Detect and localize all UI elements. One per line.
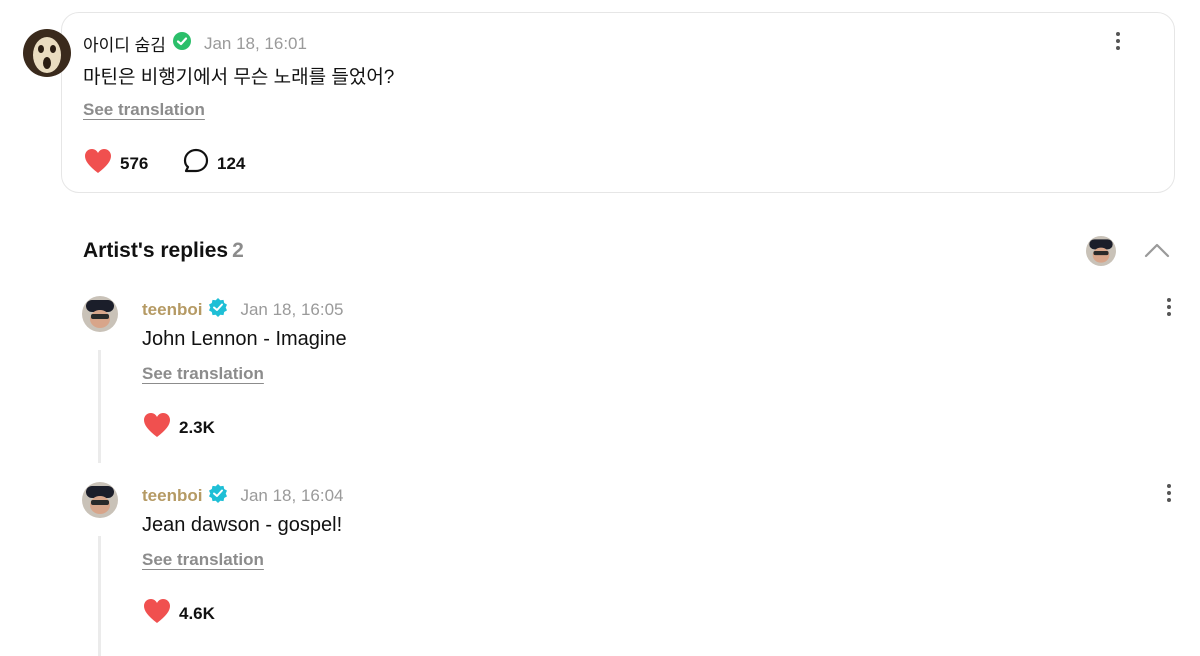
replies-title-text: Artist's replies [83,239,229,262]
reply-like-button[interactable]: 2.3K [143,412,215,443]
reply-header: teenboi Jan 18, 16:05 [142,297,343,322]
reply-more-icon[interactable] [1159,483,1179,503]
post-timestamp: Jan 18, 16:01 [203,33,307,53]
heart-icon [143,598,171,629]
heart-icon [84,148,112,179]
chevron-up-icon[interactable] [1143,240,1171,260]
reply-timestamp: Jan 18, 16:05 [240,299,344,319]
heart-icon [143,412,171,443]
post-comment-button[interactable]: 124 [183,148,245,179]
artist-avatar-small[interactable] [1086,236,1116,266]
post-header: 아이디 숨김 Jan 18, 16:01 [83,31,307,56]
reply-timestamp: Jan 18, 16:04 [240,485,344,505]
reply-author-name[interactable]: teenboi [142,486,202,506]
verified-badge-icon [208,483,228,508]
post-comment-count: 124 [217,153,246,173]
post-more-icon[interactable] [1108,31,1128,51]
reply-like-count: 4.6K [179,603,215,623]
reply-author-avatar[interactable] [82,482,118,518]
reply-like-button[interactable]: 4.6K [143,598,215,629]
reply-thread-line [98,536,101,656]
verified-badge-icon [208,297,228,322]
replies-section-title: Artist's replies 2 [83,239,244,263]
post-author-name[interactable]: 아이디 숨김 [83,31,166,56]
reply-author-name[interactable]: teenboi [142,300,202,320]
reply-more-icon[interactable] [1159,297,1179,317]
reply-see-translation-link[interactable]: See translation [142,364,264,384]
reply-see-translation-link[interactable]: See translation [142,550,264,570]
post-like-count: 576 [120,153,149,173]
reply-like-count: 2.3K [179,417,215,437]
post-see-translation-link[interactable]: See translation [83,100,205,120]
verified-badge-icon [172,31,192,56]
reply-thread-line [98,350,101,463]
post-text: 마틴은 비행기에서 무슨 노래를 들었어? [83,67,395,88]
reply-text: John Lennon - Imagine [142,328,347,350]
reply-author-avatar[interactable] [82,296,118,332]
post-author-avatar[interactable] [23,29,71,77]
replies-count: 2 [232,239,244,262]
reply-text: Jean dawson - gospel! [142,514,343,536]
reply-header: teenboi Jan 18, 16:04 [142,483,343,508]
post-like-button[interactable]: 576 [84,148,148,179]
comment-bubble-icon [183,148,209,179]
